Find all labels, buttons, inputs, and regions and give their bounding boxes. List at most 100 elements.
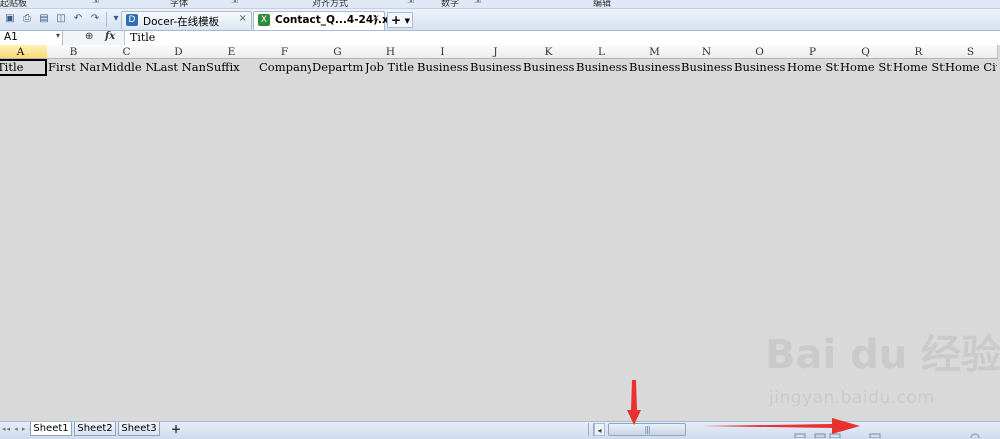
close-icon[interactable]: × xyxy=(239,13,247,24)
grid-line xyxy=(0,233,1000,234)
formula-bar: A1 ▾ ⊕ fx Title xyxy=(0,31,1000,46)
grid-line xyxy=(0,202,1000,203)
column-header-d[interactable]: D xyxy=(152,45,206,59)
ribbon-group-edit: 编辑 xyxy=(593,0,612,9)
grid-line xyxy=(0,107,1000,108)
grid-line xyxy=(0,392,1000,393)
table-cell[interactable]: Business xyxy=(417,60,469,75)
formula-input[interactable]: Title xyxy=(130,31,155,44)
chevron-down-icon[interactable]: ▼ xyxy=(405,14,410,28)
name-box[interactable]: A1 ▾ xyxy=(0,31,63,45)
table-cell[interactable]: Business xyxy=(734,60,786,75)
table-cell[interactable]: Business xyxy=(576,60,628,75)
table-cell[interactable]: First Name xyxy=(48,60,100,75)
grid-line xyxy=(0,249,1000,250)
annotation-arrow-right-icon xyxy=(702,418,860,434)
table-cell[interactable]: Home Street xyxy=(893,60,945,75)
column-header-f[interactable]: F xyxy=(258,45,312,59)
column-header-k[interactable]: K xyxy=(522,45,576,59)
column-header-p[interactable]: P xyxy=(786,45,840,59)
column-header-b[interactable]: B xyxy=(47,45,101,59)
column-header-r[interactable]: R xyxy=(892,45,946,59)
table-cell[interactable]: Company xyxy=(259,60,311,75)
tab-contact-xls[interactable]: X Contact_Q...4-24).xls × xyxy=(253,11,399,30)
column-header-l[interactable]: L xyxy=(575,45,629,59)
ribbon-group-number: 数字 xyxy=(441,0,460,9)
grid-line xyxy=(0,297,1000,298)
table-cell[interactable]: Job Title xyxy=(365,60,417,75)
grid-line xyxy=(0,154,1000,155)
grid-line xyxy=(0,186,1000,187)
dialog-launcher-icon[interactable]: ⇲ xyxy=(231,0,238,5)
grid-line xyxy=(0,344,1000,345)
table-cell[interactable]: Business xyxy=(470,60,522,75)
function-icon[interactable]: fx xyxy=(105,31,115,42)
table-cell[interactable]: Home City xyxy=(945,60,997,75)
sheet-tab-sheet1[interactable]: Sheet1 xyxy=(30,422,72,436)
column-header-h[interactable]: H xyxy=(364,45,418,59)
grid-line xyxy=(0,138,1000,139)
ribbon-group-alignment: 对齐方式 xyxy=(312,0,349,9)
print-icon[interactable]: ⎙ xyxy=(21,13,33,25)
undo-icon[interactable]: ↶ xyxy=(72,13,84,25)
column-header-n[interactable]: N xyxy=(680,45,734,59)
scrollbar-thumb[interactable]: ||| xyxy=(608,423,686,436)
grid-line xyxy=(0,328,1000,329)
table-cell[interactable]: Business xyxy=(629,60,681,75)
table-cell[interactable]: Business xyxy=(523,60,575,75)
docer-icon: D xyxy=(126,14,138,26)
column-header-q[interactable]: Q xyxy=(839,45,893,59)
column-header-g[interactable]: G xyxy=(311,45,365,59)
scroll-left-icon[interactable]: ◂ xyxy=(594,423,605,436)
quick-access-toolbar: ▣ ⎙ ▤ ◫ ↶ ↷ ▾ D Docer-在线模板 × X Contact_Q… xyxy=(0,9,1000,31)
table-cell[interactable]: Last Name xyxy=(153,60,205,75)
grid-line xyxy=(0,281,1000,282)
new-tab-button[interactable]: + ▼ xyxy=(387,12,413,28)
preview-icon[interactable]: ◫ xyxy=(55,13,67,25)
grid-line xyxy=(0,170,1000,171)
add-sheet-button[interactable]: + xyxy=(168,423,184,436)
dialog-launcher-icon[interactable]: ⇲ xyxy=(474,0,481,5)
dialog-launcher-icon[interactable]: ⇲ xyxy=(92,0,99,5)
column-header-o[interactable]: O xyxy=(733,45,787,59)
active-cell[interactable]: Title xyxy=(0,59,47,76)
column-header-c[interactable]: C xyxy=(100,45,154,59)
ribbon-group-clipboard: 起贴板 xyxy=(0,0,28,9)
grid-line xyxy=(0,218,1000,219)
column-header-e[interactable]: E xyxy=(205,45,259,59)
sheet-tab-sheet3[interactable]: Sheet3 xyxy=(118,422,160,436)
zoom-icon[interactable]: ⊕ xyxy=(85,31,93,42)
toolbar-separator xyxy=(106,12,107,27)
table-cell[interactable]: Suffix xyxy=(206,60,258,75)
print-preview-icon[interactable]: ▤ xyxy=(38,13,50,25)
column-header-j[interactable]: J xyxy=(469,45,523,59)
column-header-i[interactable]: I xyxy=(416,45,470,59)
save-icon[interactable]: ▣ xyxy=(4,13,16,25)
chevron-down-icon[interactable]: ▾ xyxy=(56,31,60,40)
table-cell[interactable]: Home Street xyxy=(840,60,892,75)
plus-icon: + xyxy=(391,13,402,27)
column-header-a[interactable]: A xyxy=(0,45,48,59)
close-icon[interactable]: × xyxy=(372,13,380,24)
grid-line xyxy=(0,313,1000,314)
tab-docer[interactable]: D Docer-在线模板 × xyxy=(121,11,252,29)
tab-label: Docer-在线模板 xyxy=(143,16,220,28)
annotation-arrow-down-icon xyxy=(627,380,641,425)
grid-line xyxy=(0,360,1000,361)
dialog-launcher-icon[interactable]: ⇲ xyxy=(407,0,414,5)
ribbon-group-font: 字体 xyxy=(170,0,189,9)
grid-line xyxy=(0,91,1000,92)
grid-line xyxy=(0,75,1000,76)
grid-line xyxy=(0,408,1000,409)
sheet-tab-sheet2[interactable]: Sheet2 xyxy=(74,422,116,436)
formula-tools: ⊕ fx xyxy=(63,31,125,45)
spreadsheet-grid[interactable]: ABCDEFGHIJKLMNOPQRS TitleFirst NameMiddle… xyxy=(0,45,1000,421)
table-cell[interactable]: Middle Name xyxy=(101,60,153,75)
redo-icon[interactable]: ↷ xyxy=(89,13,101,25)
table-cell[interactable]: Home Street xyxy=(787,60,839,75)
excel-file-icon: X xyxy=(258,14,270,26)
column-header-s[interactable]: S xyxy=(944,45,998,59)
column-header-m[interactable]: M xyxy=(628,45,682,59)
table-cell[interactable]: Business xyxy=(681,60,733,75)
table-cell[interactable]: Department xyxy=(312,60,364,75)
